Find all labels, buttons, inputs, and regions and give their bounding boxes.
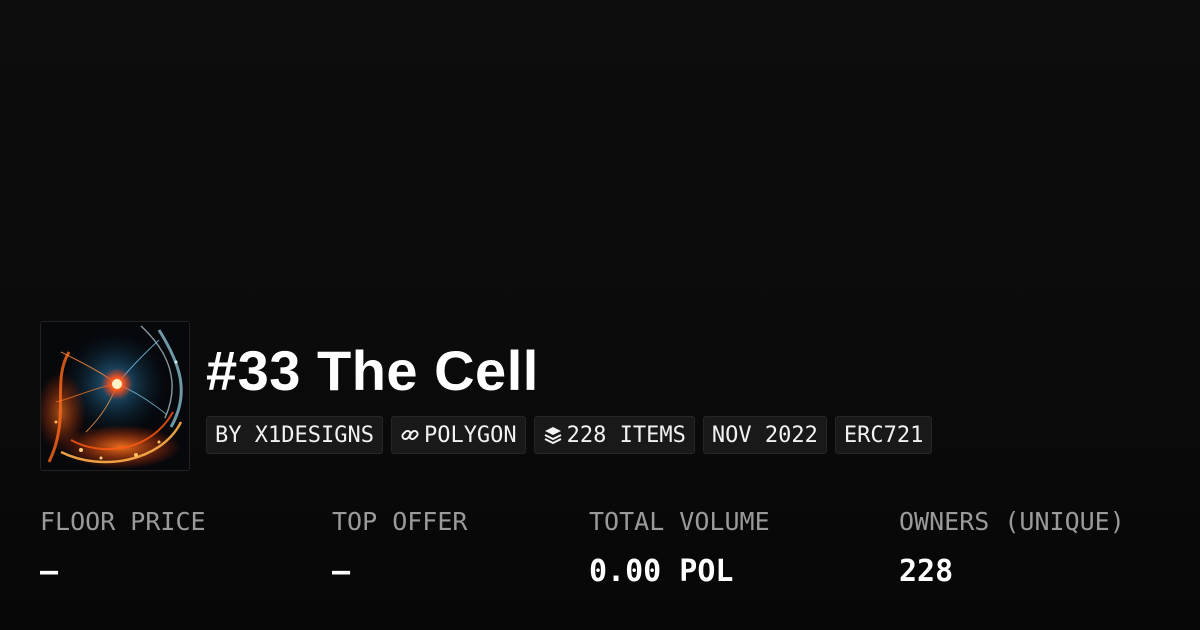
standard-badge: ERC721 <box>834 416 933 454</box>
collection-meta-badges: BY X1DESIGNS POLYGON 228 ITEMS NOV 2022 … <box>206 416 933 454</box>
date-badge: NOV 2022 <box>702 416 827 454</box>
layers-icon <box>543 425 563 445</box>
stat-value: – <box>40 554 59 589</box>
collection-title: #33 The Cell <box>206 339 539 402</box>
nft-artwork-cell-image <box>41 322 189 470</box>
collection-thumbnail[interactable] <box>40 321 190 471</box>
stat-label: OWNERS (UNIQUE) <box>899 507 1125 536</box>
stat-owners: OWNERS (UNIQUE) 228 <box>899 504 1125 590</box>
stat-floor-price: FLOOR PRICE – <box>40 504 206 590</box>
stat-label: TOP OFFER <box>332 507 468 536</box>
stat-label: FLOOR PRICE <box>40 507 206 536</box>
creator-badge[interactable]: BY X1DESIGNS <box>206 416 383 454</box>
items-label: 228 ITEMS <box>566 422 686 448</box>
stat-value: 0.00 POL <box>589 554 734 589</box>
link-icon <box>400 425 420 445</box>
stat-value: 228 <box>899 554 954 589</box>
stat-top-offer: TOP OFFER – <box>332 504 467 590</box>
chain-label: POLYGON <box>423 422 517 448</box>
creator-label: BY X1DESIGNS <box>215 422 374 448</box>
chain-badge[interactable]: POLYGON <box>390 416 526 454</box>
stat-value: – <box>332 554 351 589</box>
standard-label: ERC721 <box>843 422 924 448</box>
stat-total-volume: TOTAL VOLUME 0.00 POL <box>589 504 770 590</box>
items-badge[interactable]: 228 ITEMS <box>533 416 695 454</box>
stat-label: TOTAL VOLUME <box>589 507 770 536</box>
date-label: NOV 2022 <box>711 422 818 448</box>
